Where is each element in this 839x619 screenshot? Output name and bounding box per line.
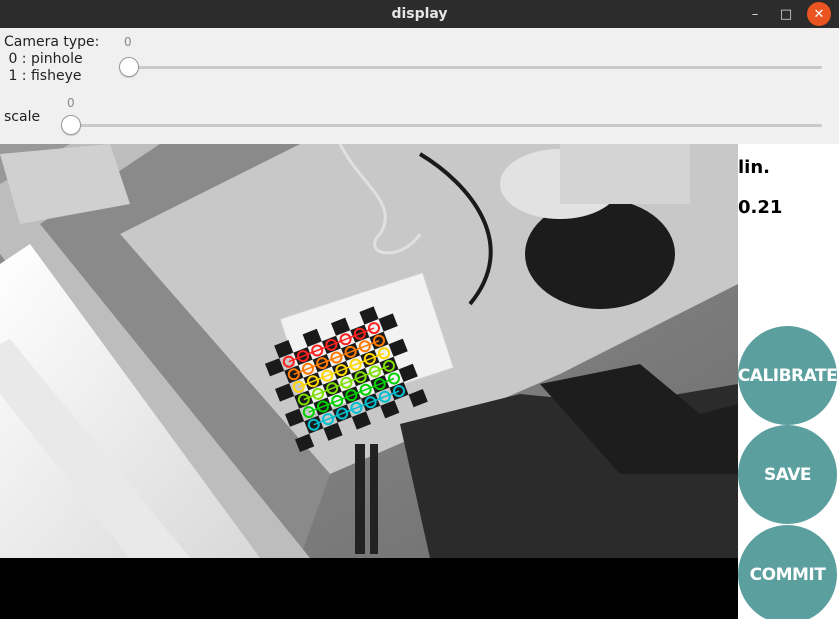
- camera-image: [0, 144, 738, 558]
- side-panel: lin. 0.21 CALIBRATE SAVE COMMIT: [738, 144, 839, 619]
- view-letterbox: [0, 558, 738, 619]
- metric-name: lin.: [738, 157, 770, 178]
- calibrate-button[interactable]: CALIBRATE: [738, 326, 838, 425]
- minimize-icon[interactable]: –: [741, 0, 769, 28]
- camera-view: [0, 144, 738, 558]
- camera-type-slider-handle[interactable]: [119, 57, 139, 77]
- scale-value: 0: [67, 96, 75, 110]
- maximize-icon[interactable]: □: [772, 0, 800, 28]
- scale-label: scale: [4, 109, 41, 125]
- controls-panel: Camera type: 0 : pinhole 1 : fisheye 0 s…: [0, 28, 839, 144]
- save-button[interactable]: SAVE: [738, 425, 837, 524]
- metric-value: 0.21: [738, 197, 783, 218]
- commit-button[interactable]: COMMIT: [738, 525, 837, 619]
- window-title: display: [391, 6, 448, 22]
- camera-type-value: 0: [124, 35, 132, 49]
- camera-type-slider-track[interactable]: [124, 66, 822, 69]
- close-icon[interactable]: ✕: [807, 2, 831, 26]
- title-bar: display – □ ✕: [0, 0, 839, 28]
- scale-slider-handle[interactable]: [61, 115, 81, 135]
- camera-type-label: Camera type: 0 : pinhole 1 : fisheye: [4, 34, 100, 84]
- scale-slider-track[interactable]: [66, 124, 822, 127]
